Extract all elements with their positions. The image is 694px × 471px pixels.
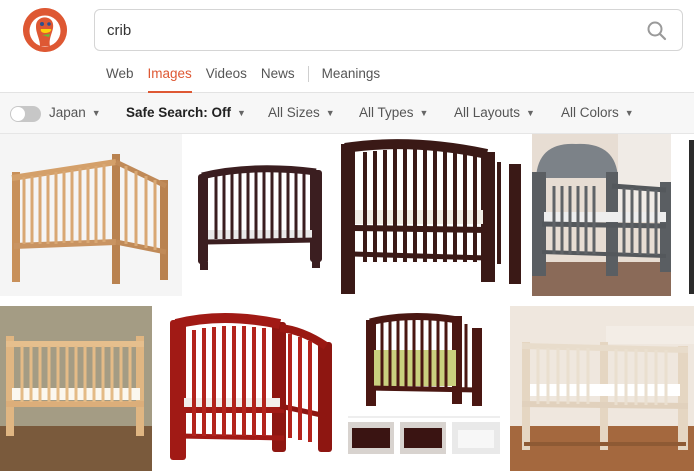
search-box bbox=[94, 9, 683, 51]
image-result[interactable] bbox=[192, 134, 331, 296]
image-result[interactable] bbox=[341, 134, 522, 296]
color-label: All Colors bbox=[561, 105, 619, 120]
chevron-down-icon: ▼ bbox=[325, 108, 335, 118]
image-result[interactable] bbox=[532, 134, 671, 296]
image-result[interactable] bbox=[0, 134, 182, 296]
crib-image bbox=[0, 134, 182, 296]
layout-label: All Layouts bbox=[454, 105, 521, 120]
image-result[interactable] bbox=[162, 306, 338, 471]
size-label: All Sizes bbox=[268, 105, 320, 120]
chevron-down-icon: ▼ bbox=[91, 108, 101, 118]
chevron-down-icon: ▼ bbox=[419, 108, 429, 118]
crib-image bbox=[510, 306, 694, 471]
chevron-down-icon: ▼ bbox=[624, 108, 634, 118]
duck-icon bbox=[23, 8, 67, 52]
filter-bar: Japan ▼ Safe Search: Off ▼ All Sizes ▼ All … bbox=[0, 93, 694, 134]
image-result[interactable] bbox=[348, 306, 500, 471]
crib-image bbox=[681, 134, 694, 296]
region-toggle[interactable] bbox=[10, 106, 41, 122]
tab-images[interactable]: Images bbox=[147, 64, 192, 93]
layout-filter[interactable]: All Layouts ▼ bbox=[454, 105, 535, 120]
crib-image bbox=[532, 134, 671, 296]
search-button[interactable] bbox=[646, 20, 668, 42]
duckduckgo-logo[interactable] bbox=[23, 8, 67, 52]
tab-videos[interactable]: Videos bbox=[206, 64, 247, 93]
crib-image bbox=[341, 134, 522, 296]
type-filter[interactable]: All Types ▼ bbox=[359, 105, 428, 120]
crib-image bbox=[348, 306, 500, 471]
tab-news[interactable]: News bbox=[261, 64, 295, 93]
tab-meanings[interactable]: Meanings bbox=[322, 64, 381, 93]
image-result[interactable] bbox=[510, 306, 694, 471]
safe-search-filter[interactable]: Safe Search: Off ▼ bbox=[126, 105, 246, 120]
type-label: All Types bbox=[359, 105, 414, 120]
tab-divider bbox=[307, 66, 309, 82]
crib-image bbox=[0, 306, 152, 471]
image-result[interactable] bbox=[681, 134, 694, 296]
crib-image bbox=[162, 306, 338, 471]
color-filter[interactable]: All Colors ▼ bbox=[561, 105, 634, 120]
toggle-knob bbox=[11, 107, 25, 121]
search-input[interactable] bbox=[107, 10, 627, 50]
image-result[interactable] bbox=[0, 306, 152, 471]
chevron-down-icon: ▼ bbox=[526, 108, 535, 118]
chevron-down-icon: ▼ bbox=[237, 108, 246, 118]
search-tabs: Web Images Videos News Meanings bbox=[106, 64, 394, 93]
region-label: Japan bbox=[49, 105, 86, 120]
header: Web Images Videos News Meanings bbox=[0, 0, 694, 93]
safe-search-label: Safe Search: Off bbox=[126, 105, 232, 120]
size-filter[interactable]: All Sizes ▼ bbox=[268, 105, 335, 120]
region-filter[interactable]: Japan ▼ bbox=[49, 105, 101, 120]
crib-image bbox=[192, 134, 331, 296]
search-icon bbox=[647, 21, 667, 41]
tab-web[interactable]: Web bbox=[106, 64, 134, 93]
